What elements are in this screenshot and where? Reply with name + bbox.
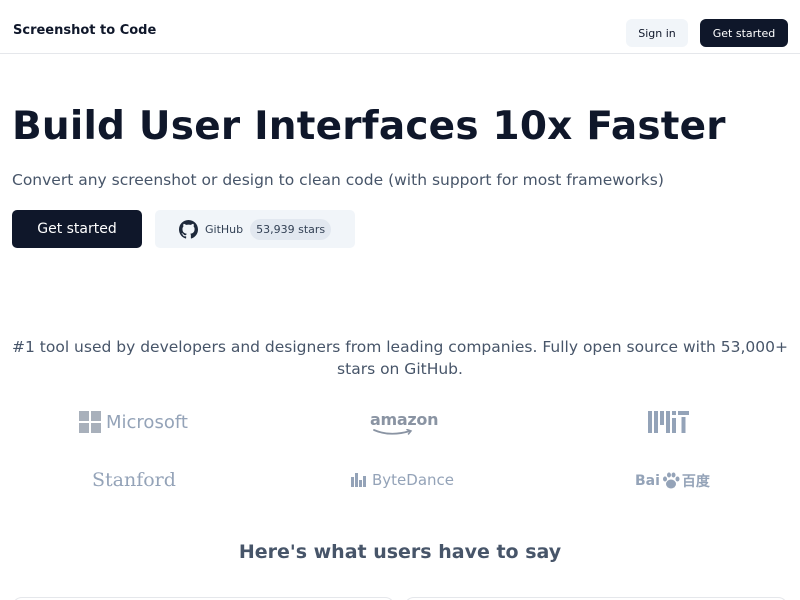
hero-get-started-button[interactable]: Get started (12, 210, 142, 248)
amazon-smile-icon (373, 429, 413, 435)
microsoft-logo: Microsoft (79, 410, 188, 434)
testimonials-heading: Here's what users have to say (238, 541, 562, 563)
github-stars-badge: 53,939 stars (250, 218, 332, 240)
github-icon (179, 219, 198, 239)
bytedance-bars-icon (351, 473, 367, 487)
header-get-started-button[interactable]: Get started (700, 19, 788, 47)
stanford-logo-text: Stanford (92, 469, 176, 491)
hero-title: Build User Interfaces 10x Faster (12, 104, 726, 149)
social-proof-text: #1 tool used by developers and designers… (12, 338, 788, 378)
brand-name[interactable]: Screenshot to Code (13, 23, 156, 38)
baidu-logo: Bai 百度 (635, 469, 710, 493)
sign-in-button[interactable]: Sign in (626, 19, 688, 47)
amazon-logo: amazon (370, 410, 438, 436)
site-header: Screenshot to Code Sign in Get started (0, 0, 800, 54)
bytedance-logo-text: ByteDance (372, 471, 455, 489)
baidu-logo-text-right: 百度 (681, 474, 710, 490)
microsoft-logo-text: Microsoft (106, 411, 188, 433)
mit-logo (648, 411, 689, 433)
amazon-logo-text: amazon (370, 410, 439, 429)
github-button[interactable]: GitHub 53,939 stars (155, 210, 355, 248)
bytedance-logo: ByteDance (351, 469, 454, 491)
mit-logo-icon (648, 411, 689, 433)
hero-subtitle: Convert any screenshot or design to clea… (12, 171, 664, 189)
microsoft-grid-icon (79, 411, 101, 433)
baidu-logo-text-left: Bai (635, 473, 660, 489)
stanford-logo: Stanford (92, 468, 176, 492)
baidu-paw-icon (662, 472, 680, 489)
github-label: GitHub (205, 222, 244, 236)
